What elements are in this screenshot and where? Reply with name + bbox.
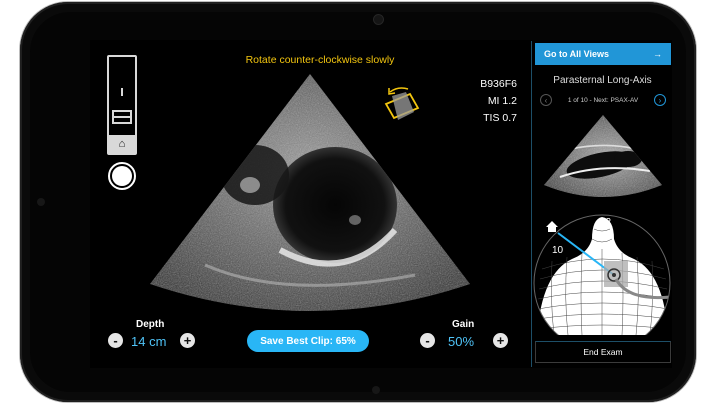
gain-value: 50% (448, 334, 475, 349)
depth-label: Depth (136, 319, 165, 330)
probe-position-diagram: 12 10 (533, 214, 671, 335)
go-to-all-views-label: Go to All Views (544, 49, 610, 59)
slider-handle[interactable] (112, 110, 132, 124)
clock-10-label: 10 (552, 245, 564, 256)
slider-tick (121, 88, 123, 96)
app-screen: ⌂ Rotate counter-clockwise slowly B936F6… (90, 40, 672, 368)
save-best-clip-button[interactable]: Save Best Clip: 65% (247, 330, 369, 352)
guidance-instruction: Rotate counter-clockwise slowly (245, 54, 395, 66)
camera-icon (373, 14, 384, 25)
side-button-icon (37, 198, 45, 206)
prev-view-button[interactable]: ‹ (540, 94, 552, 106)
gain-minus-button[interactable]: - (420, 333, 435, 348)
readouts: B936F6 MI 1.2 TIS 0.7 (480, 76, 517, 127)
depth-plus-button[interactable]: + (180, 333, 195, 348)
capture-dot (112, 166, 132, 186)
view-count: 1 of 10 - Next: PSAX-AV (567, 96, 639, 104)
reference-view-thumbnail (544, 115, 662, 197)
tablet-frame: ⌂ Rotate counter-clockwise slowly B936F6… (20, 2, 696, 402)
capture-button[interactable] (108, 162, 136, 190)
arrow-right-icon: → (653, 49, 662, 59)
ultrasound-image (150, 74, 470, 311)
next-view-button[interactable]: › (653, 94, 666, 106)
probe-id: B936F6 (480, 78, 517, 90)
rotate-ccw-icon (384, 87, 420, 120)
tis-value: TIS 0.7 (483, 112, 517, 124)
depth-slider[interactable]: ⌂ (107, 55, 137, 155)
gain-plus-button[interactable]: + (493, 333, 508, 348)
view-title: Parasternal Long-Axis (553, 75, 652, 86)
depth-minus-button[interactable]: - (108, 333, 123, 348)
home-icon[interactable]: ⌂ (109, 135, 135, 153)
go-to-all-views-button[interactable]: Go to All Views → (535, 43, 671, 65)
view-nav: ‹ 1 of 10 - Next: PSAX-AV › (540, 93, 666, 107)
end-exam-button[interactable]: End Exam (535, 341, 671, 363)
home-icon (546, 221, 558, 232)
clock-12-label: 12 (600, 217, 612, 228)
mi-value: MI 1.2 (487, 95, 517, 107)
depth-value: 14 cm (131, 334, 167, 349)
views-panel: Go to All Views → Parasternal Long-Axis … (531, 41, 672, 367)
gain-label: Gain (452, 319, 475, 330)
bottom-button-icon (372, 386, 380, 394)
